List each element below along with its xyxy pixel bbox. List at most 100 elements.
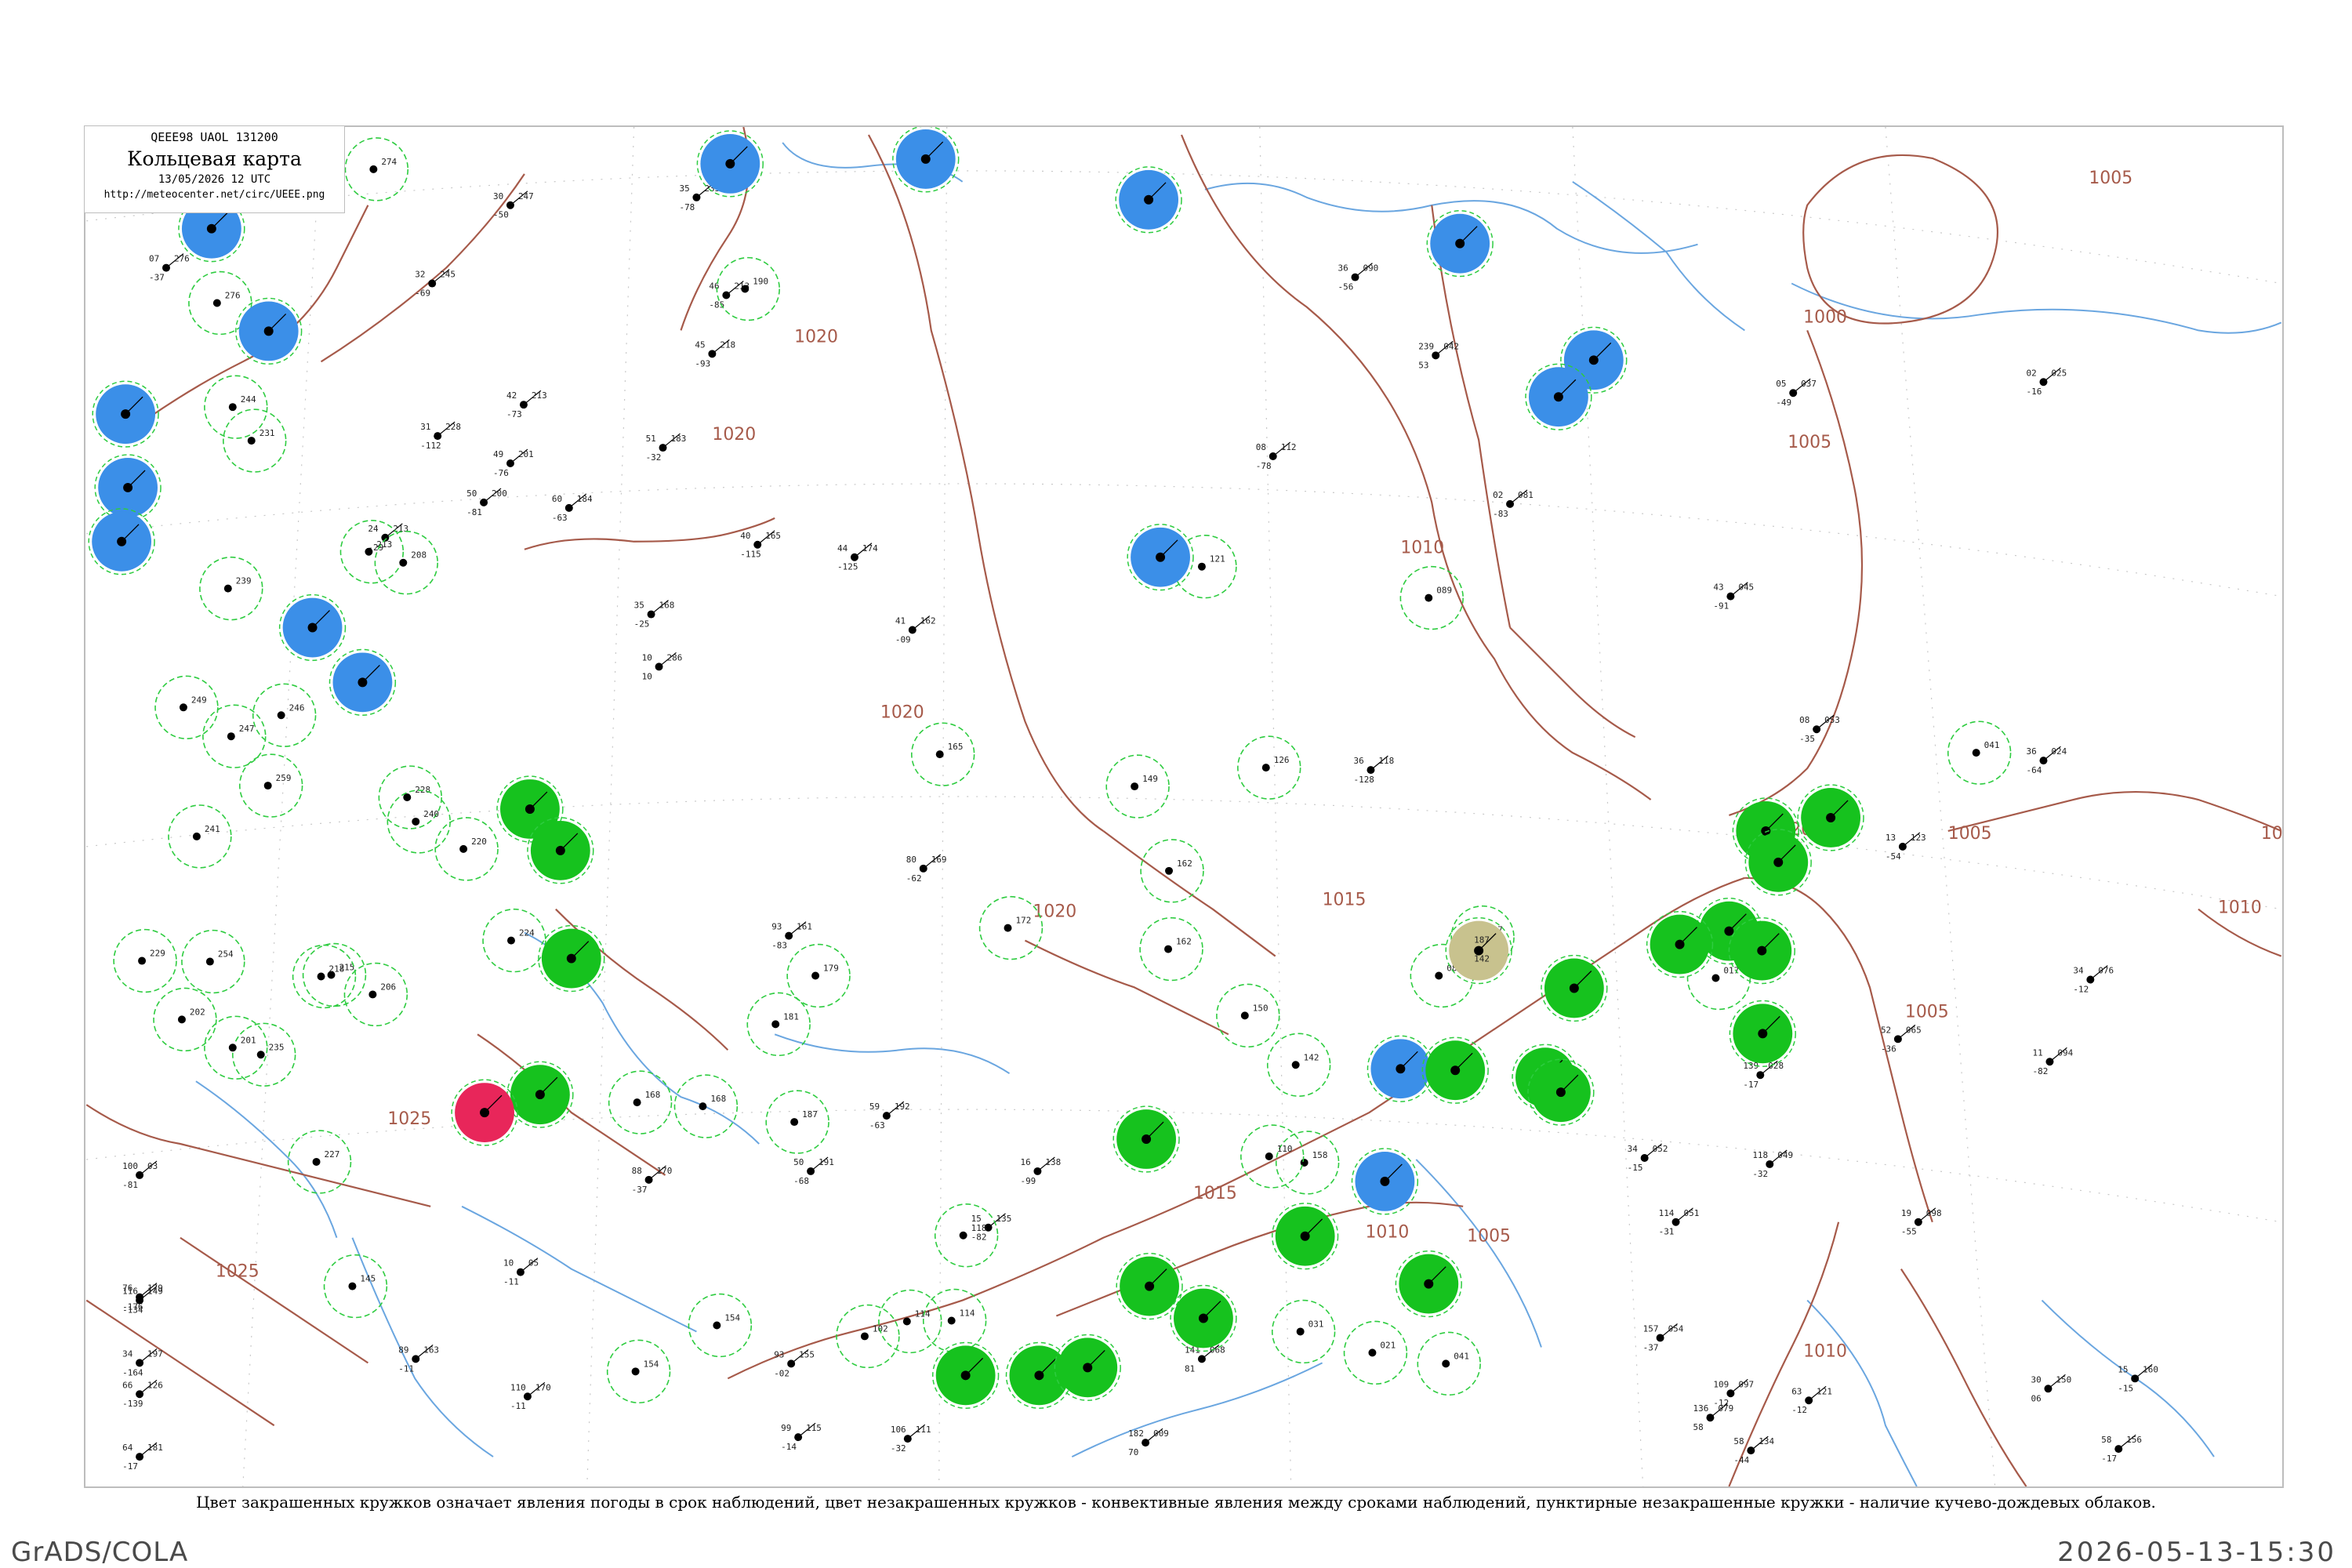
convective-station[interactable]: 249 [154, 675, 219, 739]
convective-station[interactable]: 162 [1139, 916, 1203, 982]
station-snow[interactable] [1525, 363, 1592, 430]
station-rain[interactable] [506, 1061, 574, 1128]
convective-station[interactable]: 041 [1417, 1331, 1481, 1396]
convective-station[interactable]: 202 [153, 987, 217, 1052]
station-plot[interactable]: 32 245 -69 [415, 269, 456, 299]
station-plot[interactable]: 13 123 -54 [1886, 832, 1926, 862]
station-plot[interactable]: 31 228 -112 [420, 421, 461, 451]
station-rain[interactable] [1271, 1203, 1339, 1270]
station-plot[interactable]: 51 183 -32 [646, 433, 687, 463]
station-plot[interactable]: 58 134 -44 [1733, 1436, 1775, 1465]
station-rain[interactable] [1170, 1284, 1237, 1352]
station-plot[interactable]: 63 121 -12 [1791, 1385, 1832, 1415]
station-snow[interactable] [94, 454, 162, 521]
convective-station[interactable]: 168 [673, 1074, 739, 1138]
station-plot[interactable]: 10 286 10 [642, 652, 683, 681]
station-snow[interactable] [1115, 166, 1182, 234]
station-plot[interactable]: 64 181 -17 [122, 1442, 163, 1472]
convective-station[interactable]: 274 [344, 137, 409, 201]
station-thunder[interactable] [451, 1079, 518, 1146]
station-rain[interactable] [527, 817, 594, 884]
convective-station[interactable]: 102 [836, 1304, 900, 1369]
convective-station[interactable]: 246 [252, 683, 317, 747]
station-plot[interactable]: 93 155 -02 [774, 1348, 815, 1378]
station-snow[interactable] [1426, 210, 1494, 278]
station-snow[interactable] [235, 297, 303, 365]
station-plot[interactable]: 110 170 -11 [510, 1381, 551, 1411]
station-snow[interactable] [88, 508, 155, 575]
convective-station[interactable]: 142 [1266, 1033, 1331, 1097]
station-plot[interactable]: 36 090 -56 [1338, 263, 1379, 292]
station-plot[interactable]: 16 138 -99 [1020, 1156, 1061, 1186]
station-plot[interactable]: 05 037 -49 [1776, 378, 1817, 408]
convective-station[interactable]: 224 [482, 908, 546, 973]
station-plot[interactable]: 118 049 -32 [1752, 1149, 1793, 1179]
station-plot[interactable]: 10 05 -11 [503, 1258, 539, 1287]
convective-station[interactable]: 031 [1271, 1299, 1336, 1364]
station-plot[interactable]: 88 170 -37 [632, 1165, 673, 1195]
station-snow[interactable] [892, 127, 960, 193]
station-plot[interactable]: 182 009 70 [1128, 1428, 1169, 1457]
station-rain[interactable] [1527, 1058, 1595, 1126]
station-plot[interactable]: 30 247 -50 [493, 191, 534, 220]
convective-station[interactable]: 126 [1237, 735, 1301, 800]
convective-station[interactable]: 187 [765, 1090, 829, 1154]
station-plot[interactable]: 36 024 -64 [2027, 746, 2067, 775]
station-plot[interactable]: 45 218 -93 [695, 339, 735, 368]
station-plot[interactable]: 15 160 -15 [2118, 1363, 2158, 1393]
convective-station[interactable]: 154 [688, 1293, 753, 1358]
convective-station[interactable]: 181 [746, 992, 811, 1057]
convective-station[interactable]: 231 [223, 408, 287, 473]
station-fog[interactable]: 187 142 [1445, 916, 1512, 985]
station-plot[interactable]: 44 174 -125 [837, 543, 878, 572]
station-rain[interactable] [1744, 829, 1812, 896]
convective-station[interactable]: 239 [199, 556, 263, 621]
station-plot[interactable]: 02 025 -16 [2027, 367, 2067, 397]
convective-station[interactable]: 215 [302, 942, 367, 1007]
convective-station[interactable]: 145 [323, 1254, 388, 1319]
station-rain[interactable] [1646, 910, 1714, 978]
station-rain[interactable] [931, 1341, 1000, 1409]
station-rain[interactable] [1541, 954, 1608, 1022]
station-plot[interactable]: 40 165 -115 [740, 530, 781, 560]
map-url[interactable]: http://meteocenter.net/circ/UEEE.png [85, 189, 344, 201]
station-plot[interactable]: 42 213 -73 [506, 390, 547, 419]
station-rain[interactable] [1421, 1036, 1489, 1104]
convective-station[interactable]: 259 [238, 753, 303, 818]
convective-station[interactable]: 154 [606, 1339, 671, 1404]
station-plot[interactable]: 30 150 06 [2031, 1374, 2072, 1403]
station-snow[interactable] [92, 380, 159, 448]
station-plot[interactable]: 157 054 -37 [1643, 1323, 1684, 1352]
station-plot[interactable]: 19 098 -55 [1901, 1207, 1942, 1237]
station-plot[interactable]: 109 097 -12 [1713, 1378, 1754, 1408]
convective-station[interactable]: 254 [181, 929, 245, 994]
station-plot[interactable]: 139 028-17 [1743, 1060, 1784, 1090]
station-plot[interactable]: 50 200 -81 [466, 488, 507, 517]
station-plot[interactable]: 08 053 -35 [1799, 714, 1840, 744]
convective-station[interactable]: 240 [387, 789, 451, 854]
station-plot[interactable]: 43 045 -91 [1713, 582, 1754, 612]
station-snow[interactable] [1127, 524, 1194, 591]
station-plot[interactable]: 41 162 -09 [895, 615, 936, 645]
station-plot[interactable]: 60 184 -63 [552, 493, 593, 523]
convective-station[interactable]: 220 [434, 817, 499, 881]
station-plot[interactable]: 93 161 -83 [771, 921, 812, 951]
station-snow[interactable] [328, 648, 397, 717]
convective-station[interactable]: 021 [1343, 1320, 1408, 1385]
station-plot[interactable]: 50 191 -68 [793, 1156, 834, 1186]
convective-station[interactable]: 218 [292, 944, 357, 1009]
station-rain[interactable] [1797, 784, 1864, 851]
convective-station[interactable]: 162 [1140, 839, 1204, 903]
station-rain[interactable] [538, 924, 605, 993]
convective-station[interactable]: 118 [934, 1203, 999, 1268]
station-plot[interactable]: 08 112 -78 [1256, 441, 1297, 471]
station-plot[interactable]: 34 052 -15 [1628, 1143, 1668, 1173]
station-plot[interactable]: 02 081 -83 [1493, 489, 1534, 519]
station-plot[interactable]: 114 051 -31 [1659, 1207, 1700, 1237]
convective-station[interactable]: 114 [922, 1288, 987, 1353]
station-plot[interactable]: 106 111 -32 [891, 1424, 931, 1454]
convective-station[interactable]: 241 [168, 804, 232, 869]
station-snow[interactable] [1351, 1148, 1419, 1215]
convective-station[interactable]: 190 [716, 256, 780, 321]
station-rain[interactable] [1112, 1105, 1180, 1173]
